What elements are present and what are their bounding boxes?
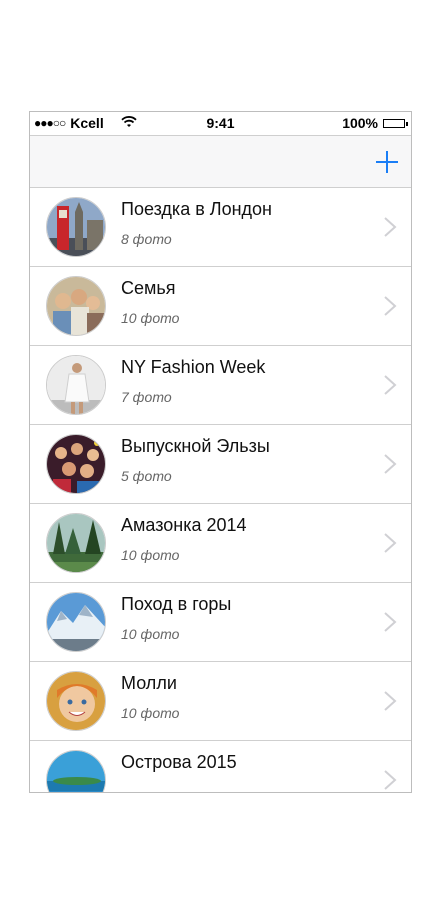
album-count: 10 фото xyxy=(121,310,180,326)
album-title: Поездка в Лондон xyxy=(121,199,272,219)
album-row[interactable]: Молли 10 фото xyxy=(30,662,411,741)
album-thumbnail xyxy=(46,197,106,257)
album-row[interactable]: NY Fashion Week 7 фото xyxy=(30,346,411,425)
album-thumbnail xyxy=(46,434,106,494)
phone-screen: ●●●○○ Kcell 9:41 100% Поездка в Лондон 8… xyxy=(29,111,412,793)
album-title: Поход в горы xyxy=(121,594,232,614)
status-bar: ●●●○○ Kcell 9:41 100% xyxy=(30,112,411,136)
album-thumbnail xyxy=(46,276,106,336)
album-row[interactable]: Выпускной Эльзы 5 фото xyxy=(30,425,411,504)
battery-percent: 100% xyxy=(342,115,378,131)
album-count: 5 фото xyxy=(121,468,172,484)
album-row[interactable]: Острова 2015 xyxy=(30,741,411,792)
album-row[interactable]: Амазонка 2014 10 фото xyxy=(30,504,411,583)
chevron-right-icon xyxy=(384,533,397,553)
chevron-right-icon xyxy=(384,217,397,237)
chevron-right-icon xyxy=(384,296,397,316)
album-thumbnail xyxy=(46,592,106,652)
chevron-right-icon xyxy=(384,691,397,711)
add-album-button[interactable] xyxy=(375,150,399,174)
album-title: Острова 2015 xyxy=(121,752,237,772)
album-count: 10 фото xyxy=(121,626,180,642)
album-count: 8 фото xyxy=(121,231,172,247)
album-thumbnail xyxy=(46,355,106,415)
album-count: 7 фото xyxy=(121,389,172,405)
album-title: Выпускной Эльзы xyxy=(121,436,270,456)
chevron-right-icon xyxy=(384,375,397,395)
plus-icon xyxy=(376,151,398,173)
album-title: Амазонка 2014 xyxy=(121,515,247,535)
album-count: 10 фото xyxy=(121,705,180,721)
status-right: 100% xyxy=(342,115,408,131)
album-row[interactable]: Поход в горы 10 фото xyxy=(30,583,411,662)
album-thumbnail xyxy=(46,750,106,792)
chevron-right-icon xyxy=(384,770,397,790)
album-row[interactable]: Семья 10 фото xyxy=(30,267,411,346)
album-row[interactable]: Поездка в Лондон 8 фото xyxy=(30,188,411,267)
battery-icon xyxy=(383,118,408,128)
album-list: Поездка в Лондон 8 фото Семья 10 фото NY… xyxy=(30,188,411,792)
album-count: 10 фото xyxy=(121,547,180,563)
navigation-bar xyxy=(30,136,411,188)
album-title: Семья xyxy=(121,278,176,298)
chevron-right-icon xyxy=(384,612,397,632)
chevron-right-icon xyxy=(384,454,397,474)
album-title: Молли xyxy=(121,673,177,693)
album-thumbnail xyxy=(46,671,106,731)
album-title: NY Fashion Week xyxy=(121,357,266,377)
album-thumbnail xyxy=(46,513,106,573)
